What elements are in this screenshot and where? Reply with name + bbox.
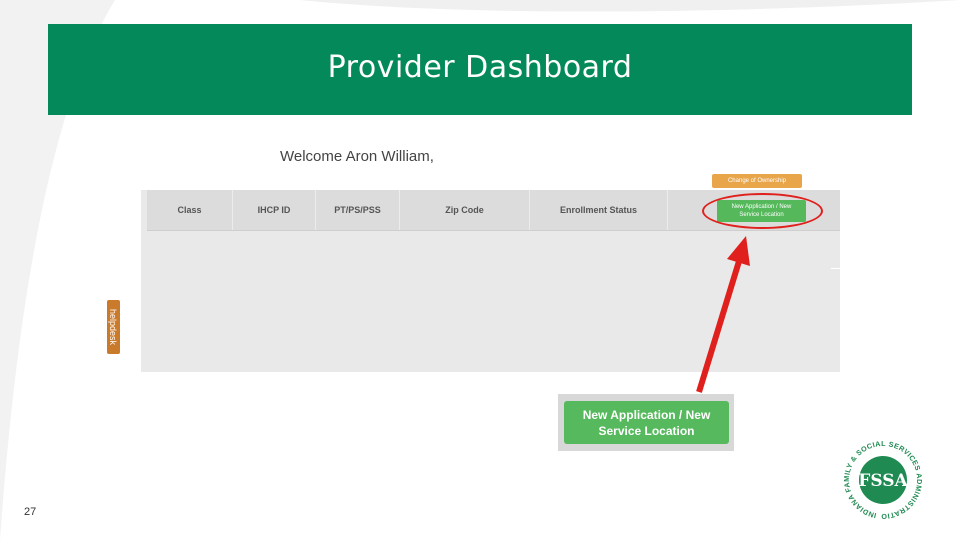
change-of-ownership-button[interactable]: Change of Ownership xyxy=(712,174,802,188)
portal-screenshot: Welcome Aron William, helpdesk Class IHC… xyxy=(105,120,845,380)
svg-text:FSSA: FSSA xyxy=(858,471,908,491)
new-application-button-enlarged[interactable]: New Application / New Service Location xyxy=(564,401,729,444)
column-header-zip-code[interactable]: Zip Code xyxy=(400,190,530,230)
slide-title: Provider Dashboard xyxy=(327,50,633,85)
column-header-class[interactable]: Class xyxy=(147,190,233,230)
welcome-message: Welcome Aron William, xyxy=(280,148,434,165)
table-divider xyxy=(831,268,840,269)
slide-title-bar: Provider Dashboard xyxy=(48,24,912,115)
enlarged-button-line2: Service Location xyxy=(598,423,695,438)
helpdesk-tab[interactable]: helpdesk xyxy=(107,300,120,354)
zoomed-button-callout: New Application / New Service Location xyxy=(558,394,734,451)
helpdesk-tab-label: helpdesk xyxy=(108,308,119,346)
column-header-enrollment-status[interactable]: Enrollment Status xyxy=(530,190,668,230)
enlarged-button-line1: New Application / New xyxy=(582,407,711,422)
highlight-circle xyxy=(702,193,823,229)
column-header-ihcp-id[interactable]: IHCP ID xyxy=(233,190,316,230)
page-number: 27 xyxy=(24,506,37,518)
column-header-pt-ps-pss[interactable]: PT/PS/PSS xyxy=(316,190,400,230)
fssa-logo: INDIANA FAMILY & SOCIAL SERVICES ADMINIS… xyxy=(838,436,925,522)
